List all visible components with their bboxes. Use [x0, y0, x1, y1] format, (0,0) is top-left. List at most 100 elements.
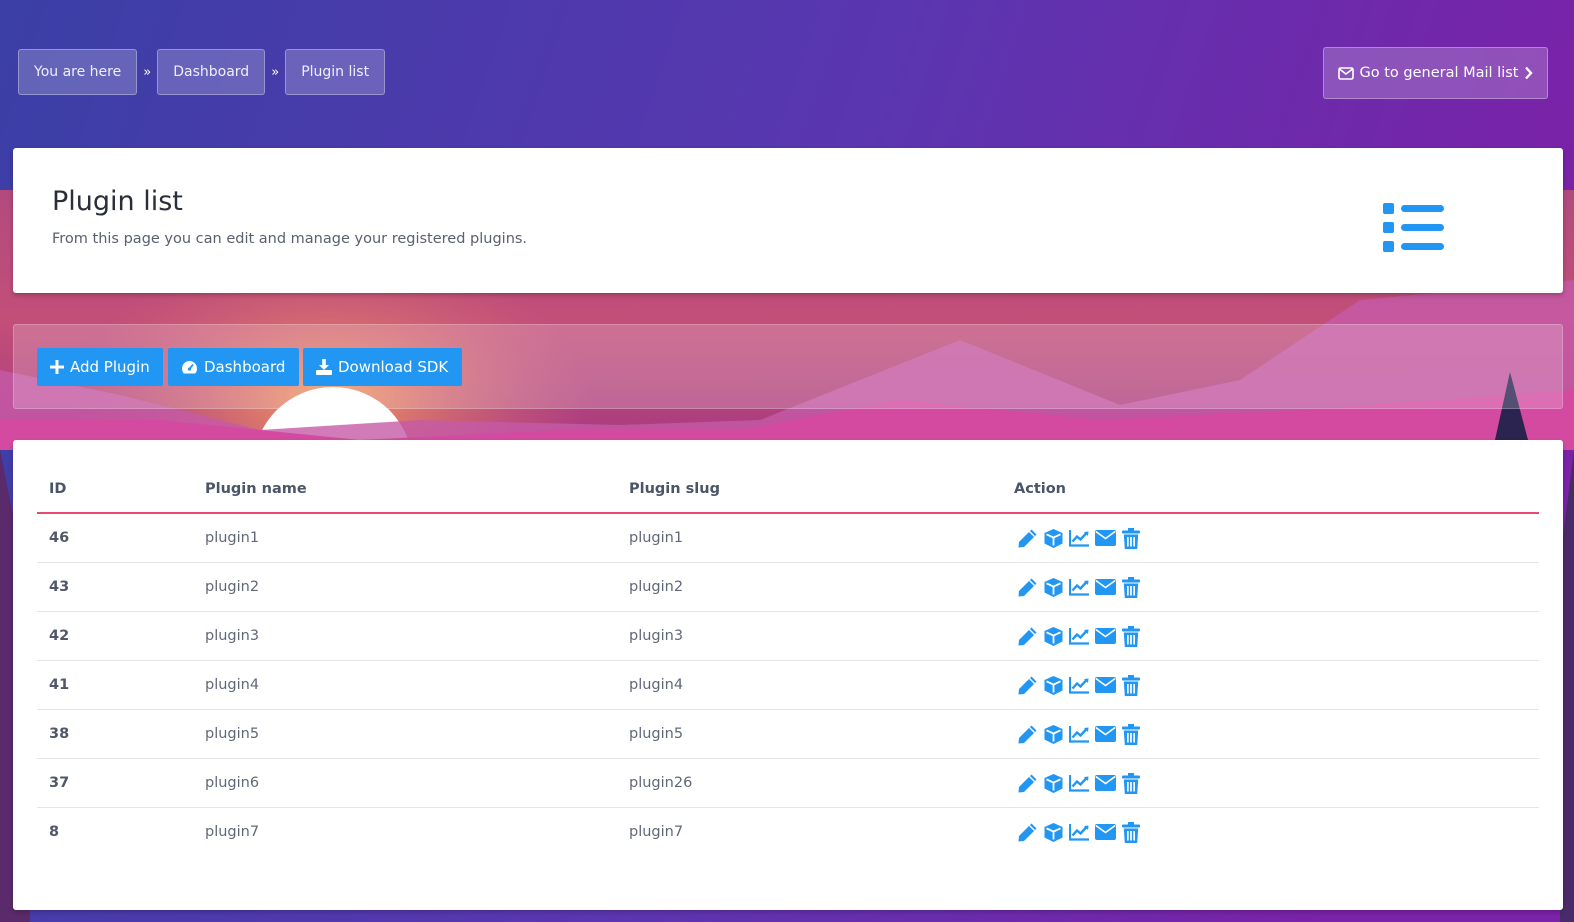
plugin-slug-cell: plugin7 [629, 824, 684, 840]
mail-icon[interactable] [1094, 772, 1116, 794]
edit-icon[interactable] [1016, 576, 1038, 598]
package-icon[interactable] [1042, 674, 1064, 696]
package-icon[interactable] [1042, 821, 1064, 843]
package-icon[interactable] [1042, 772, 1064, 794]
column-header-action: Action [1002, 465, 1539, 514]
download-sdk-label: Download SDK [338, 358, 449, 376]
trash-icon[interactable] [1120, 576, 1142, 598]
plugin-table-card: ID Plugin name Plugin slug Action 46 plu… [13, 440, 1563, 910]
package-icon[interactable] [1042, 527, 1064, 549]
package-icon[interactable] [1042, 723, 1064, 745]
chevron-right-icon [1524, 66, 1534, 80]
breadcrumb-separator: » [143, 64, 152, 80]
general-mail-list-button[interactable]: Go to general Mail list [1323, 47, 1548, 99]
plugin-actions-cell [1002, 660, 1539, 710]
plugin-slug-cell: plugin2 [617, 562, 1002, 612]
plugin-id-cell: 41 [37, 660, 193, 710]
table-row: 38 plugin5 plugin5 [37, 709, 1539, 759]
action-toolbar: Add Plugin Dashboard Download SDK [13, 324, 1563, 409]
tachometer-icon [181, 360, 198, 375]
page-header-card: Plugin list From this page you can edit … [13, 148, 1563, 293]
stats-icon[interactable] [1068, 821, 1090, 843]
plugin-actions-cell [1002, 513, 1539, 563]
table-row: 41 plugin4 plugin4 [37, 660, 1539, 710]
plugin-name-cell: plugin1 [193, 513, 617, 563]
trash-icon[interactable] [1120, 625, 1142, 647]
plugin-slug-cell: plugin4 [617, 660, 1002, 710]
trash-icon[interactable] [1120, 772, 1142, 794]
plugin-id-cell: 42 [37, 611, 193, 661]
breadcrumb-current-page: Plugin list [285, 49, 386, 95]
stats-icon[interactable] [1068, 772, 1090, 794]
envelope-outline-icon [1337, 66, 1354, 80]
trash-icon[interactable] [1120, 527, 1142, 549]
edit-icon[interactable] [1016, 625, 1038, 647]
plugin-actions-cell [1002, 758, 1539, 808]
dashboard-button[interactable]: Dashboard [168, 348, 299, 386]
add-plugin-button[interactable]: Add Plugin [37, 348, 163, 386]
plugin-id-cell: 46 [37, 513, 193, 563]
stats-icon[interactable] [1068, 674, 1090, 696]
mail-icon[interactable] [1094, 674, 1116, 696]
plugin-actions-cell [1002, 709, 1539, 759]
trash-icon[interactable] [1120, 723, 1142, 745]
plugin-actions-cell [1002, 611, 1539, 661]
plugin-id-cell: 8 [49, 824, 60, 840]
plugin-name-cell: plugin3 [193, 611, 617, 661]
mail-icon[interactable] [1094, 625, 1116, 647]
table-row: 37 plugin6 plugin26 [37, 758, 1539, 808]
plugin-id-cell: 38 [37, 709, 193, 759]
plugin-name-cell: plugin4 [193, 660, 617, 710]
breadcrumb-you-are-here: You are here [18, 49, 138, 95]
plugin-name-cell: plugin6 [193, 758, 617, 808]
edit-icon[interactable] [1016, 527, 1038, 549]
edit-icon[interactable] [1016, 674, 1038, 696]
mail-icon[interactable] [1094, 821, 1116, 843]
stats-icon[interactable] [1068, 723, 1090, 745]
plugin-name-cell: plugin5 [193, 709, 617, 759]
add-plugin-label: Add Plugin [70, 358, 150, 376]
table-row: 46 plugin1 plugin1 [37, 513, 1539, 563]
column-header-plugin-slug: Plugin slug [617, 465, 1002, 514]
table-row: 43 plugin2 plugin2 [37, 562, 1539, 612]
breadcrumb-separator: » [271, 64, 280, 80]
edit-icon[interactable] [1016, 723, 1038, 745]
breadcrumb: You are here » Dashboard » Plugin list [18, 49, 386, 95]
dashboard-label: Dashboard [204, 358, 286, 376]
plugin-id-cell: 37 [37, 758, 193, 808]
plugin-id-cell: 43 [37, 562, 193, 612]
mail-icon[interactable] [1094, 527, 1116, 549]
package-icon[interactable] [1042, 625, 1064, 647]
column-header-id: ID [37, 465, 193, 514]
table-row: 42 plugin3 plugin3 [37, 611, 1539, 661]
plugin-slug-cell: plugin1 [617, 513, 1002, 563]
page-title: Plugin list [52, 186, 183, 217]
column-header-plugin-name: Plugin name [193, 465, 617, 514]
plugin-table: ID Plugin name Plugin slug Action 46 plu… [37, 465, 1539, 856]
stats-icon[interactable] [1068, 625, 1090, 647]
package-icon[interactable] [1042, 576, 1064, 598]
table-row: 8 plugin7 plugin7 [37, 808, 1539, 857]
general-mail-list-label: Go to general Mail list [1359, 65, 1519, 81]
plugin-slug-cell: plugin26 [617, 758, 1002, 808]
plugin-slug-cell: plugin3 [617, 611, 1002, 661]
trash-icon[interactable] [1120, 821, 1142, 843]
plugin-name-cell: plugin7 [205, 824, 260, 840]
breadcrumb-dashboard-link[interactable]: Dashboard [157, 49, 266, 95]
download-icon [316, 359, 332, 375]
plugin-actions-cell [1002, 562, 1539, 612]
page-subtitle: From this page you can edit and manage y… [52, 231, 528, 247]
list-icon [1383, 203, 1445, 257]
download-sdk-button[interactable]: Download SDK [303, 348, 462, 386]
plus-icon [50, 360, 64, 374]
mail-icon[interactable] [1094, 723, 1116, 745]
edit-icon[interactable] [1016, 772, 1038, 794]
stats-icon[interactable] [1068, 576, 1090, 598]
trash-icon[interactable] [1120, 674, 1142, 696]
mail-icon[interactable] [1094, 576, 1116, 598]
edit-icon[interactable] [1016, 821, 1038, 843]
table-header-row: ID Plugin name Plugin slug Action [37, 465, 1539, 514]
plugin-name-cell: plugin2 [193, 562, 617, 612]
plugin-slug-cell: plugin5 [617, 709, 1002, 759]
stats-icon[interactable] [1068, 527, 1090, 549]
